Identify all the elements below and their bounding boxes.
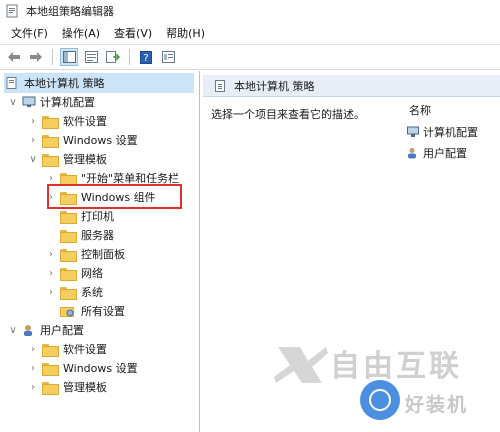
chevron-right-icon[interactable]: › xyxy=(46,249,56,260)
tree-item-cc-admin[interactable]: ∨ 管理模板 xyxy=(28,149,107,169)
tree-item-computer-config[interactable]: ∨ 计算机配置 xyxy=(8,92,95,112)
chevron-right-icon[interactable]: › xyxy=(28,344,38,355)
folder-icon xyxy=(42,134,59,148)
chevron-right-icon[interactable]: › xyxy=(28,116,38,127)
folder-icon xyxy=(60,172,77,186)
tree-item-control-panel[interactable]: › 控制面板 xyxy=(46,244,125,264)
watermark-secondary-text: 好装机 xyxy=(405,394,469,416)
tree-label: Windows 设置 xyxy=(63,362,138,375)
watermark-x-logo xyxy=(274,347,328,383)
chevron-down-icon[interactable]: ∨ xyxy=(28,154,38,165)
list-item-computer-config[interactable]: 计算机配置 xyxy=(407,124,478,140)
details-title: 本地计算机 策略 xyxy=(234,79,315,93)
list-label: 用户配置 xyxy=(423,147,467,160)
properties-icon[interactable] xyxy=(82,48,100,66)
chevron-right-icon[interactable]: › xyxy=(28,135,38,146)
back-arrow-icon[interactable] xyxy=(5,48,23,66)
folder-icon xyxy=(60,248,77,262)
menu-file[interactable]: 文件(F) xyxy=(4,25,55,41)
tree-label: 软件设置 xyxy=(63,343,107,356)
toolbar-separator xyxy=(52,49,53,65)
policy-doc-icon xyxy=(215,79,225,92)
folder-icon xyxy=(42,343,59,357)
watermark-badge-icon xyxy=(360,380,400,420)
user-icon xyxy=(22,324,36,336)
column-header-name[interactable]: 名称 xyxy=(409,102,431,118)
chevron-right-icon[interactable]: › xyxy=(46,173,56,184)
tree-label: 计算机配置 xyxy=(40,96,95,109)
tree-label: 软件设置 xyxy=(63,115,107,128)
folder-icon xyxy=(42,381,59,395)
chevron-right-icon[interactable]: › xyxy=(28,382,38,393)
policy-doc-icon xyxy=(6,77,18,89)
details-header: 本地计算机 策略 xyxy=(203,75,500,97)
badge-ring xyxy=(369,389,391,411)
tree-item-system[interactable]: › 系统 xyxy=(46,282,103,302)
tree-item-uc-admin[interactable]: › 管理模板 xyxy=(28,377,107,397)
highlight-box xyxy=(47,184,182,209)
folder-icon xyxy=(60,229,77,243)
tree-label: 用户配置 xyxy=(40,324,84,337)
chevron-down-icon[interactable]: ∨ xyxy=(8,97,18,108)
menu-bar: 文件(F) 操作(A) 查看(V) 帮助(H) xyxy=(0,22,500,43)
chevron-right-icon[interactable]: › xyxy=(46,268,56,279)
list-item-user-config[interactable]: 用户配置 xyxy=(407,145,467,161)
help-icon[interactable]: ? xyxy=(137,48,155,66)
tree-label: 系统 xyxy=(81,286,103,299)
menu-action[interactable]: 操作(A) xyxy=(55,25,107,41)
tree-item-cc-windows[interactable]: › Windows 设置 xyxy=(28,130,138,150)
tree-label: 所有设置 xyxy=(81,305,125,318)
tree-label: 管理模板 xyxy=(63,381,107,394)
details-view-icon[interactable] xyxy=(159,48,177,66)
folder-icon xyxy=(42,115,59,129)
folder-icon xyxy=(42,153,59,167)
tree-item-network[interactable]: › 网络 xyxy=(46,263,103,283)
folder-icon xyxy=(42,362,59,376)
watermark-main-text: 自由互联 xyxy=(330,349,462,384)
policy-editor-icon xyxy=(6,4,20,18)
user-icon xyxy=(407,147,419,159)
settings-folder-icon xyxy=(60,305,75,317)
toolbar: ? xyxy=(0,44,500,70)
tree-item-uc-windows[interactable]: › Windows 设置 xyxy=(28,358,138,378)
chevron-right-icon[interactable]: › xyxy=(46,287,56,298)
tree-label: Windows 设置 xyxy=(63,134,138,147)
tree-label: 管理模板 xyxy=(63,153,107,166)
svg-text:?: ? xyxy=(143,53,148,64)
chevron-down-icon[interactable]: ∨ xyxy=(8,325,18,336)
tree-item-user-config[interactable]: ∨ 用户配置 xyxy=(8,320,84,340)
chevron-right-icon[interactable]: › xyxy=(28,363,38,374)
menu-help[interactable]: 帮助(H) xyxy=(159,25,212,41)
tree-label: 本地计算机 策略 xyxy=(24,77,105,90)
tree-item-server[interactable]: › 服务器 xyxy=(46,225,114,245)
tree-item-uc-software[interactable]: › 软件设置 xyxy=(28,339,107,359)
folder-icon xyxy=(60,267,77,281)
tree-label: 打印机 xyxy=(81,210,114,223)
tree-label: 网络 xyxy=(81,267,103,280)
computer-icon xyxy=(407,126,419,138)
window-title: 本地组策略编辑器 xyxy=(26,5,114,18)
tree-view-icon[interactable] xyxy=(60,48,78,66)
tree-item-printers[interactable]: › 打印机 xyxy=(46,206,114,226)
tree-item-all-settings[interactable]: › 所有设置 xyxy=(46,301,125,321)
menu-view[interactable]: 查看(V) xyxy=(107,25,159,41)
navigation-tree: 本地计算机 策略 ∨ 计算机配置 › 软件设置 › Windows 设置 ∨ 管… xyxy=(0,71,200,432)
computer-icon xyxy=(22,96,36,108)
tree-label: 控制面板 xyxy=(81,248,125,261)
tree-item-cc-software[interactable]: › 软件设置 xyxy=(28,111,107,131)
title-bar: 本地组策略编辑器 xyxy=(0,0,500,22)
list-label: 计算机配置 xyxy=(423,126,478,139)
forward-arrow-icon[interactable] xyxy=(27,48,45,66)
tree-label: 服务器 xyxy=(81,229,114,242)
toolbar-separator xyxy=(129,49,130,65)
description-text: 选择一个项目来查看它的描述。 xyxy=(211,108,365,121)
folder-icon xyxy=(60,286,77,300)
tree-item-root[interactable]: 本地计算机 策略 xyxy=(4,73,194,93)
folder-icon xyxy=(60,210,77,224)
export-icon[interactable] xyxy=(104,48,122,66)
